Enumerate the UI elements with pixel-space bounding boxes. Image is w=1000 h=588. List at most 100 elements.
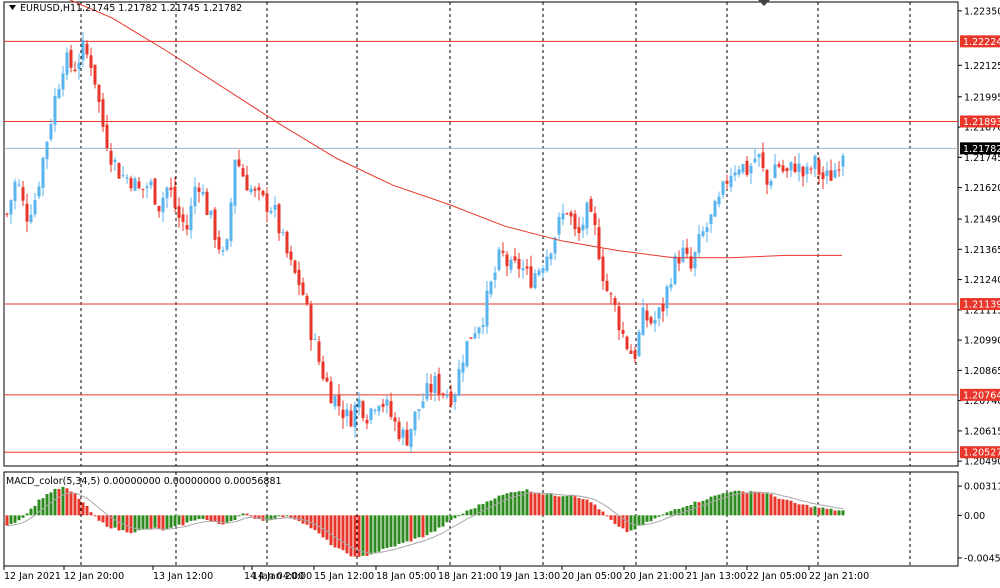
candle-body (25, 203, 29, 222)
candle-body (801, 166, 805, 177)
macd-bar (421, 515, 425, 538)
macd-bar (349, 515, 353, 557)
candle-body (653, 319, 657, 324)
macd-bar (97, 515, 101, 521)
candle-body (633, 350, 637, 359)
candle-body (525, 266, 529, 269)
candle-body (461, 362, 465, 373)
candle-body (145, 186, 149, 189)
macd-bar (457, 515, 461, 517)
macd-bar (169, 515, 173, 528)
macd-bar (633, 515, 637, 530)
candle-body (317, 341, 321, 362)
candle-body (221, 250, 225, 252)
macd-bar (333, 515, 337, 548)
candle-body (785, 168, 789, 172)
time-tick-label: 20 Jan 05:00 (562, 571, 622, 582)
candle-body (381, 403, 385, 407)
macd-bar (713, 495, 717, 516)
macd-bar (53, 488, 57, 516)
candle-body (417, 409, 421, 412)
macd-bar (809, 507, 813, 516)
macd-bar (137, 515, 141, 531)
macd-bar (189, 515, 193, 521)
macd-bar (621, 515, 625, 529)
candle-body (813, 155, 817, 169)
candle-body (541, 267, 545, 273)
candle-body (817, 159, 821, 175)
time-tick-label: 12 Jan 2021 (4, 571, 61, 582)
chart-canvas[interactable]: 1.223501.221251.219951.218701.217451.216… (0, 0, 1000, 588)
candle-body (297, 269, 301, 286)
collapse-triangle-icon[interactable] (9, 5, 16, 10)
macd-bar (425, 515, 429, 536)
candle-body (489, 281, 493, 295)
candle-body (513, 256, 517, 261)
candle-body (809, 168, 813, 170)
candle-body (173, 186, 177, 208)
macd-bar (701, 500, 705, 516)
candle-body (169, 187, 173, 190)
candle-body (573, 213, 577, 230)
candle-body (37, 186, 41, 197)
candle-body (669, 284, 673, 288)
macd-bar (21, 515, 25, 518)
macd-bar (453, 515, 457, 519)
macd-bar (533, 493, 537, 516)
candle-body (85, 43, 89, 55)
price-tick-label: 1.20615 (964, 426, 1000, 437)
macd-bar (285, 515, 289, 517)
macd-bar (609, 515, 613, 520)
macd-bar (385, 515, 389, 549)
candle-body (485, 290, 489, 327)
macd-bar (825, 508, 829, 516)
candle-body (281, 232, 285, 234)
candle-body (661, 304, 665, 312)
time-tick-label: 22 Jan 05:00 (747, 571, 807, 582)
candle-body (693, 252, 697, 269)
candle-body (733, 172, 737, 176)
price-tick-label: 1.20990 (964, 336, 1000, 347)
price-tick-label: 1.21490 (964, 215, 1000, 226)
macd-histogram (5, 486, 845, 557)
candle-body (377, 406, 381, 412)
candle-body (161, 197, 165, 213)
candle-body (721, 181, 725, 195)
horizontal-levels (4, 40, 958, 453)
candle-body (333, 395, 337, 407)
candle-body (469, 337, 473, 339)
candle-body (601, 256, 605, 282)
candle-body (537, 270, 541, 276)
candle-body (73, 69, 77, 72)
candle-body (61, 73, 65, 90)
candle-body (657, 307, 661, 319)
candle-body (257, 187, 261, 191)
candle-body (233, 159, 237, 206)
macd-bar (829, 508, 833, 516)
macd-bar (793, 502, 797, 516)
macd-bar (193, 515, 197, 521)
macd-bar (341, 515, 345, 551)
scroll-marker-icon[interactable] (758, 0, 770, 6)
macd-bar (429, 515, 433, 533)
candle-body (225, 239, 229, 250)
candle-body (369, 408, 373, 421)
macd-bar (17, 515, 21, 521)
candle-body (497, 249, 501, 270)
macd-bar (649, 515, 653, 522)
macd-bar (745, 492, 749, 516)
candle-body (9, 200, 13, 215)
candle-body (21, 187, 25, 201)
candle-body (17, 184, 21, 186)
macd-bar (445, 515, 449, 523)
macd-bar (181, 515, 185, 526)
candle-body (337, 394, 341, 407)
macd-bar (741, 491, 745, 516)
macd-bar (817, 507, 821, 516)
candle-body (397, 421, 401, 440)
macd-bar (561, 496, 565, 516)
macd-bar (85, 505, 89, 516)
macd-bar (401, 515, 405, 543)
candle-body (217, 236, 221, 250)
candle-body (589, 198, 593, 212)
